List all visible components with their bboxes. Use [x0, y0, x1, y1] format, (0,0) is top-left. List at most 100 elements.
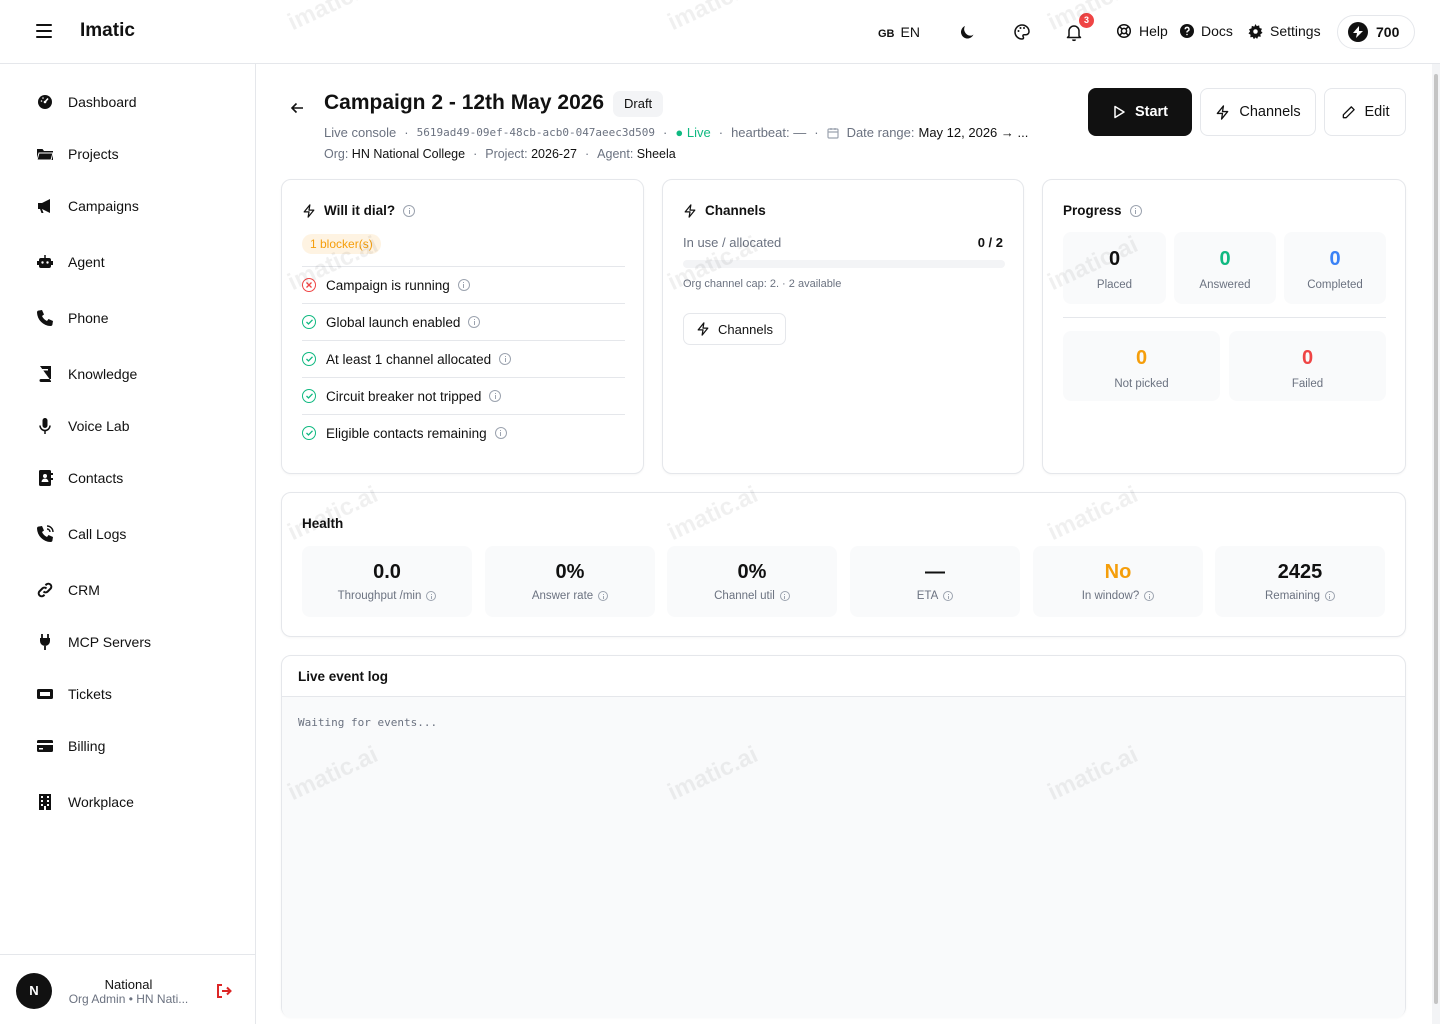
user-role: Org Admin • HN Nati... [68, 992, 189, 1006]
failed-stat: 0 Failed [1229, 331, 1386, 401]
x-circle-icon [302, 278, 316, 292]
answer-rate-stat: 0% Answer rate [485, 546, 655, 617]
info-icon[interactable] [1129, 204, 1142, 217]
channel-util-stat: 0% Channel util [667, 546, 837, 617]
sidebar-item-label: Tickets [68, 686, 112, 702]
sidebar-item-crm[interactable]: CRM [36, 580, 100, 600]
sidebar-item-voice-lab[interactable]: Voice Lab [36, 416, 130, 436]
user-name: National [104, 977, 153, 992]
phone-log-icon [37, 525, 54, 542]
sidebar-item-contacts[interactable]: Contacts [36, 468, 123, 488]
log-body[interactable]: Waiting for events... [282, 697, 1405, 1018]
lifebuoy-icon [1116, 23, 1132, 39]
sidebar-item-campaigns[interactable]: Campaigns [36, 196, 139, 216]
not-picked-value: 0 [1135, 347, 1148, 369]
play-icon [1114, 105, 1125, 119]
info-icon[interactable] [598, 591, 609, 601]
info-icon[interactable] [499, 353, 512, 365]
card-title: Progress [1063, 203, 1142, 218]
info-icon[interactable] [494, 427, 507, 439]
sidebar-item-dashboard[interactable]: Dashboard [36, 92, 137, 112]
sidebar-item-billing[interactable]: Billing [36, 736, 105, 756]
flag-gb: GB [878, 28, 895, 40]
check-circle-icon [302, 315, 316, 329]
channels-button[interactable]: Channels [1200, 88, 1316, 136]
health-card: Health 0.0 Throughput /min 0% Answer rat… [281, 492, 1406, 637]
menu-icon[interactable] [36, 24, 52, 38]
language-code: EN [900, 24, 920, 40]
notification-badge: 3 [1079, 13, 1094, 28]
sidebar-item-knowledge[interactable]: Knowledge [36, 364, 137, 384]
sidebar-item-workplace[interactable]: Workplace [36, 792, 134, 812]
building-icon [39, 794, 51, 810]
settings-link[interactable]: Settings [1248, 23, 1321, 39]
lightning-icon [1217, 104, 1229, 120]
start-button[interactable]: Start [1088, 88, 1192, 136]
failed-value: 0 [1301, 347, 1314, 369]
check-circle-icon [302, 426, 316, 440]
lightning-icon [303, 203, 315, 218]
microphone-icon [39, 418, 51, 434]
credits-pill[interactable]: 700 [1337, 15, 1415, 49]
info-icon[interactable] [943, 591, 954, 601]
gear-icon [1248, 23, 1263, 39]
sidebar-item-agent[interactable]: Agent [36, 252, 105, 272]
info-icon[interactable] [489, 390, 502, 402]
credits-value: 700 [1376, 24, 1400, 40]
sidebar-item-mcp-servers[interactable]: MCP Servers [36, 632, 151, 652]
docs-link[interactable]: Docs [1180, 23, 1233, 39]
sidebar-item-label: Voice Lab [68, 418, 130, 434]
sidebar-item-projects[interactable]: Projects [36, 144, 119, 164]
sidebar-item-phone[interactable]: Phone [36, 308, 108, 328]
edit-button[interactable]: Edit [1324, 88, 1406, 136]
link-icon [37, 582, 53, 598]
card-title: Channels [683, 203, 766, 218]
heartbeat: heartbeat: — [731, 125, 807, 140]
sidebar-item-label: Billing [68, 738, 106, 754]
info-icon[interactable] [1324, 591, 1335, 601]
scrollbar[interactable] [1432, 64, 1440, 1024]
info-icon[interactable] [779, 591, 790, 601]
channel-util-value: 0% [737, 561, 767, 583]
sidebar: Dashboard Projects Campaigns Agent Phone… [0, 64, 256, 1024]
info-icon[interactable] [468, 316, 481, 328]
info-icon[interactable] [1144, 591, 1155, 601]
remaining-value: 2425 [1277, 561, 1323, 583]
app-name: Imatic [80, 20, 135, 41]
eta-value: — [925, 561, 945, 583]
failed-label: Failed [1291, 378, 1324, 390]
info-icon[interactable] [403, 204, 416, 217]
check-row: Campaign is running [302, 266, 625, 303]
log-empty-text: Waiting for events... [298, 716, 438, 729]
info-icon[interactable] [426, 591, 437, 601]
help-link[interactable]: Help [1116, 23, 1168, 39]
sidebar-item-label: Call Logs [68, 526, 127, 542]
moon-icon[interactable] [958, 22, 978, 42]
sidebar-item-call-logs[interactable]: Call Logs [36, 524, 126, 544]
sidebar-item-tickets[interactable]: Tickets [36, 684, 112, 704]
log-title: Live event log [282, 656, 1405, 697]
answered-stat: 0 Answered [1174, 232, 1276, 304]
user-profile[interactable]: N National Org Admin • HN Nati... [0, 954, 255, 1024]
scrollbar-thumb[interactable] [1434, 74, 1438, 1004]
not-picked-stat: 0 Not picked [1063, 331, 1220, 401]
check-row: Global launch enabled [302, 303, 625, 340]
channels-card-button[interactable]: Channels [683, 313, 786, 345]
in-window-stat: No In window? [1033, 546, 1203, 617]
eta-stat: — ETA [850, 546, 1020, 617]
contact-book-icon [39, 470, 53, 486]
info-icon[interactable] [457, 279, 470, 291]
sidebar-item-label: Projects [68, 146, 119, 162]
palette-icon[interactable] [1012, 22, 1032, 42]
remaining-stat: 2425 Remaining [1215, 546, 1385, 617]
lightning-icon [684, 203, 696, 218]
answer-rate-value: 0% [555, 561, 585, 583]
usage-label: In use / allocated [683, 235, 782, 250]
usage-value: 0 / 2 [977, 235, 1003, 250]
logout-icon[interactable] [216, 983, 232, 999]
language-selector[interactable]: GB EN [878, 24, 920, 40]
completed-label: Completed [1307, 279, 1363, 291]
back-arrow-icon[interactable] [289, 100, 305, 116]
check-circle-icon [302, 389, 316, 403]
live-indicator: ● Live [675, 125, 711, 140]
